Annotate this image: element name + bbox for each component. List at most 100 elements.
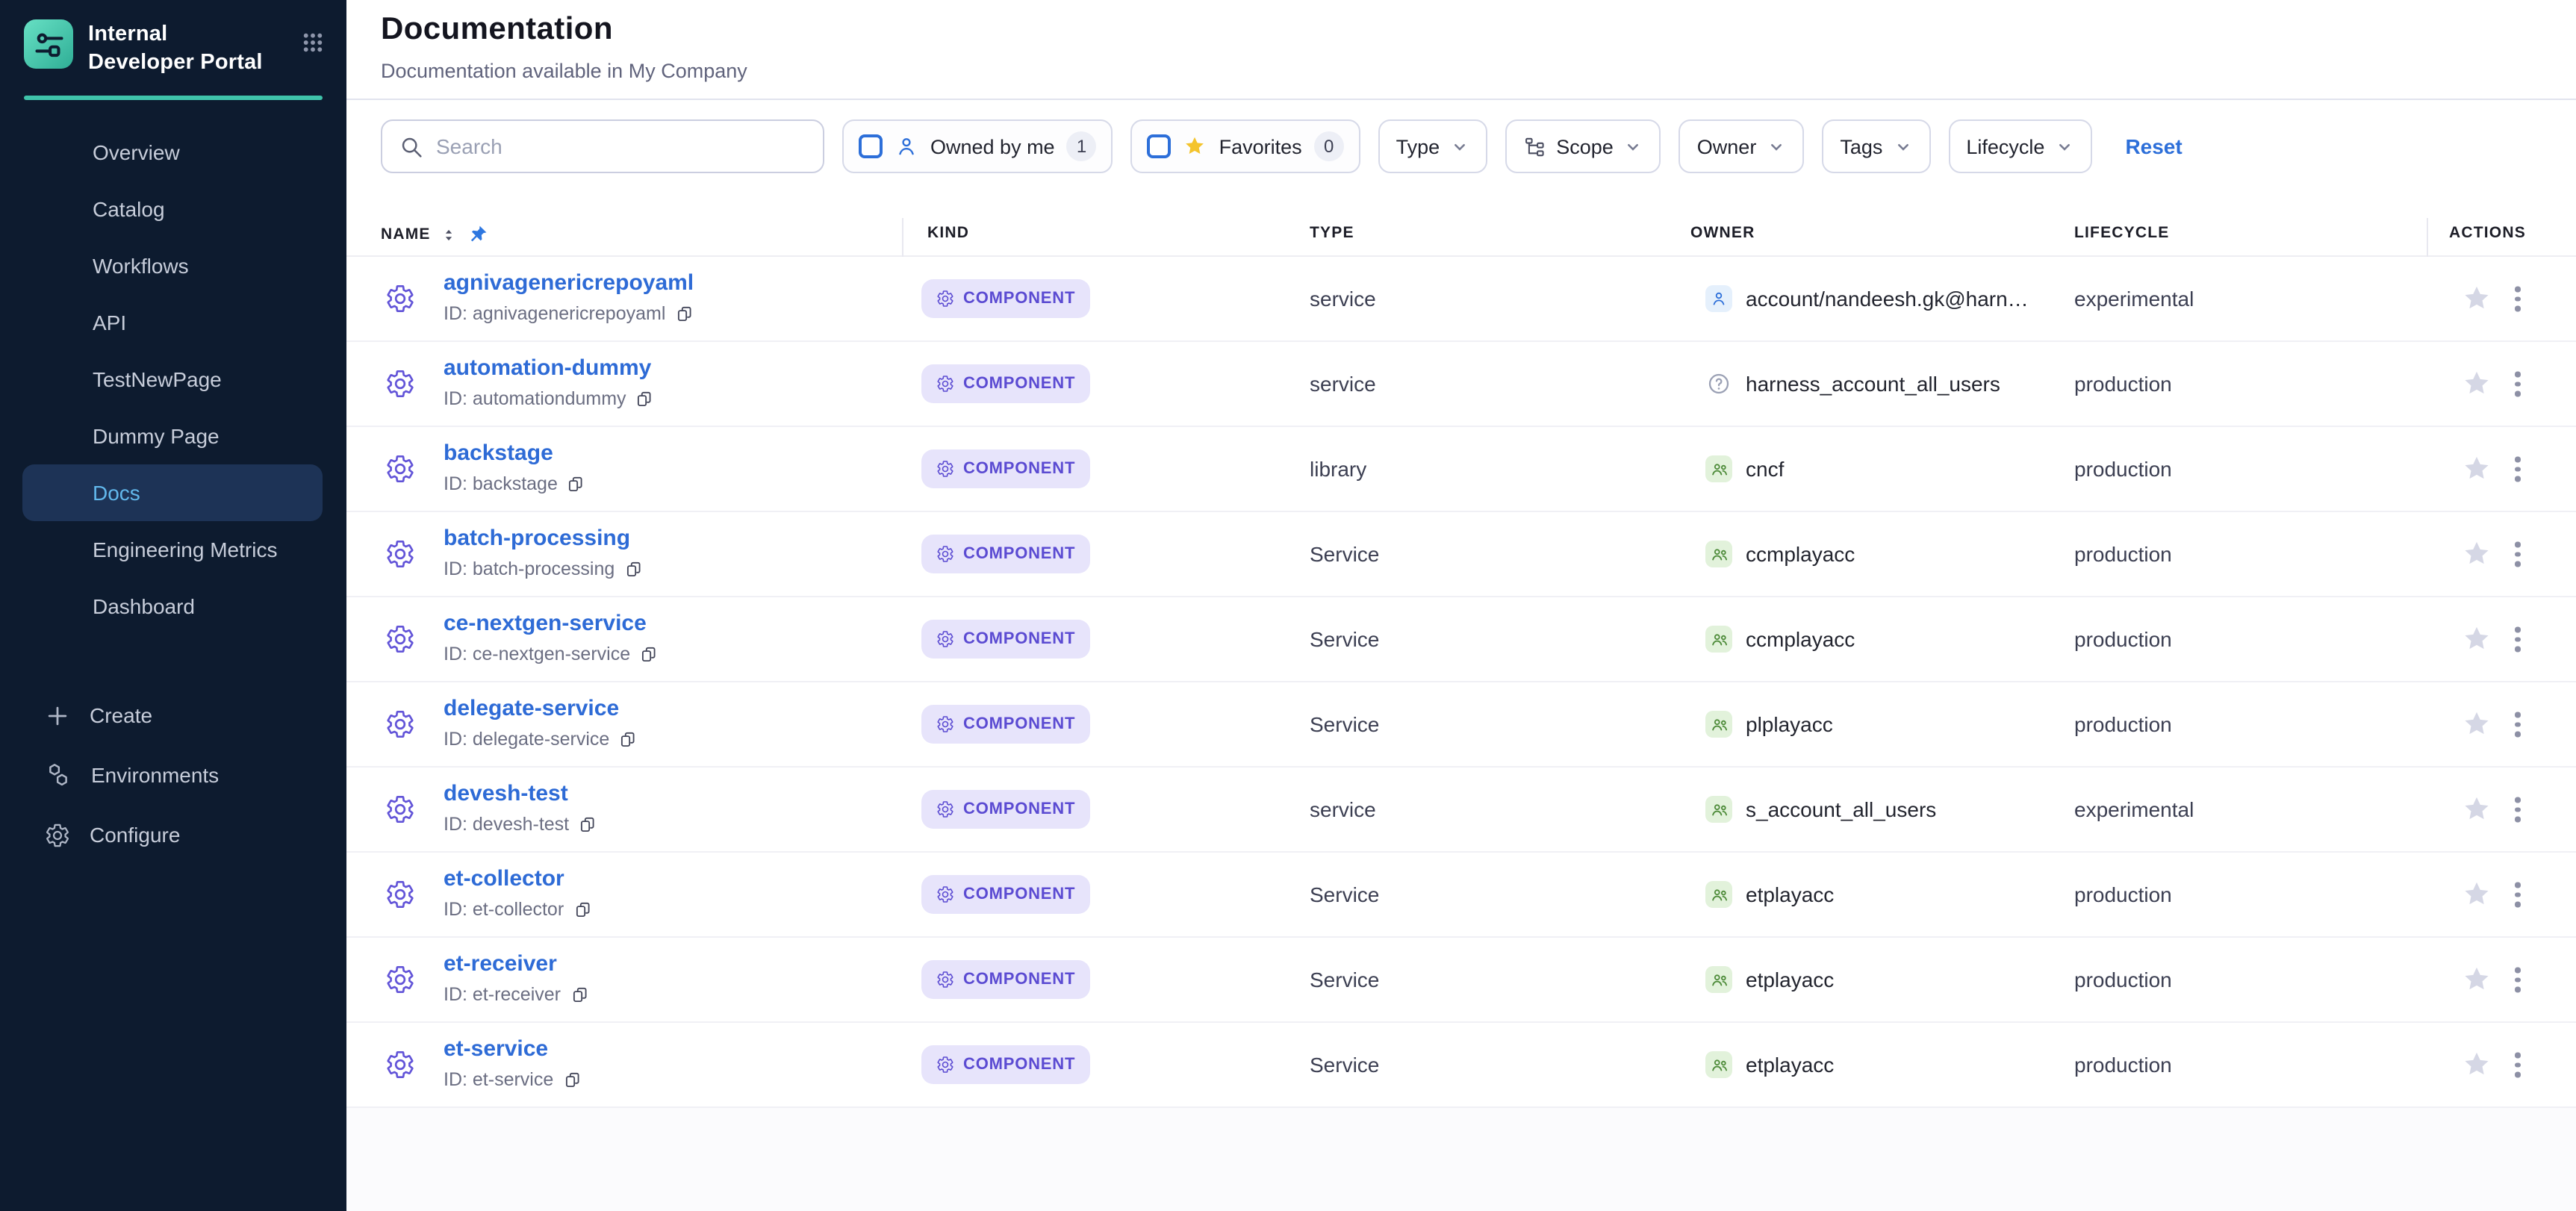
entity-name-link[interactable]: et-collector (444, 866, 564, 891)
kebab-menu-icon[interactable] (2515, 287, 2520, 311)
component-gear-icon (385, 539, 415, 569)
sidebar-item-docs[interactable]: Docs (22, 465, 323, 522)
copy-icon[interactable] (674, 304, 694, 323)
sidebar-header: Internal Developer Portal (0, 0, 346, 78)
kind-badge-label: COMPONENT (963, 375, 1075, 393)
copy-icon[interactable] (635, 389, 655, 408)
entity-table: agnivagenericrepoyaml ID: agnivagenericr… (346, 257, 2576, 1108)
component-gear-icon (385, 880, 415, 909)
copy-icon[interactable] (639, 644, 659, 664)
sidebar-item-environments[interactable]: Environments (0, 746, 346, 806)
entity-type: Service (1310, 712, 1379, 736)
kebab-menu-icon[interactable] (2515, 372, 2520, 396)
kind-badge-label: COMPONENT (963, 630, 1075, 648)
sidebar-item-engineering-metrics[interactable]: Engineering Metrics (0, 522, 346, 579)
favorite-star-icon[interactable] (2461, 538, 2492, 570)
favorite-star-icon[interactable] (2461, 879, 2492, 910)
entity-id: ID: devesh-test (444, 814, 569, 835)
kebab-menu-icon[interactable] (2515, 882, 2520, 907)
owned-by-me-filter[interactable]: Owned by me 1 (842, 119, 1113, 173)
copy-icon[interactable] (618, 729, 638, 749)
kebab-menu-icon[interactable] (2515, 457, 2520, 482)
search-input[interactable] (436, 134, 806, 158)
entity-name-link[interactable]: agnivagenericrepoyaml (444, 270, 694, 296)
copy-icon[interactable] (562, 1070, 582, 1089)
favorite-star-icon[interactable] (2461, 1049, 2492, 1080)
sidebar-item-dummy-page[interactable]: Dummy Page (0, 408, 346, 465)
entity-name-link[interactable]: batch-processing (444, 526, 630, 551)
kebab-menu-icon[interactable] (2515, 542, 2520, 567)
sidebar-item-create[interactable]: Create (0, 686, 346, 746)
copy-icon[interactable] (578, 815, 597, 834)
sort-icon[interactable] (441, 226, 458, 243)
entity-name-link[interactable]: backstage (444, 440, 553, 466)
filter-bar: Owned by me 1 Favorites 0 Type Scope Own… (381, 119, 2183, 173)
owner-name: harness_account_all_users (1746, 372, 2000, 396)
sidebar-item-label: Configure (90, 824, 180, 847)
search-box[interactable] (381, 119, 824, 173)
kebab-menu-icon[interactable] (2515, 797, 2520, 822)
tags-dropdown[interactable]: Tags (1822, 119, 1930, 173)
reset-button[interactable]: Reset (2125, 134, 2182, 158)
component-gear-icon (385, 369, 415, 399)
sidebar-item-overview[interactable]: Overview (0, 125, 346, 181)
copy-icon[interactable] (623, 559, 643, 579)
entity-type: service (1310, 287, 1376, 311)
sidebar-item-testnewpage[interactable]: TestNewPage (0, 352, 346, 408)
kebab-menu-icon[interactable] (2515, 1053, 2520, 1077)
owner-name: cncf (1746, 457, 1784, 481)
copy-icon[interactable] (570, 985, 589, 1004)
sidebar-item-configure[interactable]: Configure (0, 806, 346, 865)
scope-dropdown[interactable]: Scope (1505, 119, 1661, 173)
page-title: Documentation (381, 12, 613, 48)
copy-icon[interactable] (567, 474, 586, 494)
main-content: Documentation Documentation available in… (346, 0, 2576, 1211)
entity-name-link[interactable]: ce-nextgen-service (444, 611, 647, 636)
entity-lifecycle: experimental (2074, 797, 2194, 821)
owned-by-me-count: 1 (1067, 131, 1097, 161)
entity-name-link[interactable]: et-service (444, 1036, 548, 1062)
entity-name-link[interactable]: automation-dummy (444, 355, 651, 381)
table-row: ce-nextgen-service ID: ce-nextgen-servic… (346, 597, 2576, 682)
entity-lifecycle: experimental (2074, 287, 2194, 311)
kebab-menu-icon[interactable] (2515, 712, 2520, 737)
favorite-star-icon[interactable] (2461, 794, 2492, 825)
apps-grid-icon[interactable] (300, 30, 326, 55)
table-row: et-receiver ID: et-receiver COMPONENT Se… (346, 938, 2576, 1023)
pin-icon[interactable] (468, 224, 489, 245)
lifecycle-dropdown-label: Lifecycle (1966, 135, 2044, 158)
column-header-name[interactable]: NAME (381, 224, 489, 245)
favorite-star-icon[interactable] (2461, 964, 2492, 995)
favorites-checkbox[interactable] (1148, 134, 1172, 158)
sidebar-item-dashboard[interactable]: Dashboard (0, 579, 346, 635)
entity-name-link[interactable]: et-receiver (444, 951, 557, 977)
chevron-down-icon (1767, 137, 1786, 156)
favorite-star-icon[interactable] (2461, 623, 2492, 655)
sidebar-item-catalog[interactable]: Catalog (0, 181, 346, 238)
kebab-menu-icon[interactable] (2515, 627, 2520, 652)
owner-dropdown[interactable]: Owner (1679, 119, 1805, 173)
favorite-star-icon[interactable] (2461, 283, 2492, 314)
copy-icon[interactable] (573, 900, 592, 919)
kind-badge-label: COMPONENT (963, 290, 1075, 308)
lifecycle-dropdown[interactable]: Lifecycle (1948, 119, 2092, 173)
owned-by-me-label: Owned by me (930, 135, 1055, 158)
entity-id: ID: et-receiver (444, 984, 561, 1005)
entity-name-link[interactable]: delegate-service (444, 696, 619, 721)
sidebar-item-workflows[interactable]: Workflows (0, 238, 346, 295)
kind-badge: COMPONENT (921, 790, 1090, 829)
favorites-filter[interactable]: Favorites 0 (1131, 119, 1360, 173)
type-dropdown-label: Type (1396, 135, 1440, 158)
type-dropdown[interactable]: Type (1378, 119, 1488, 173)
app-logo-icon (24, 19, 73, 69)
favorite-star-icon[interactable] (2461, 453, 2492, 485)
kind-badge-label: COMPONENT (963, 460, 1075, 478)
favorite-star-icon[interactable] (2461, 368, 2492, 399)
kind-badge: COMPONENT (921, 705, 1090, 744)
favorite-star-icon[interactable] (2461, 709, 2492, 740)
chevron-down-icon (1624, 137, 1643, 156)
sidebar-item-api[interactable]: API (0, 295, 346, 352)
owned-by-me-checkbox[interactable] (859, 134, 883, 158)
kebab-menu-icon[interactable] (2515, 968, 2520, 992)
entity-name-link[interactable]: devesh-test (444, 781, 568, 806)
